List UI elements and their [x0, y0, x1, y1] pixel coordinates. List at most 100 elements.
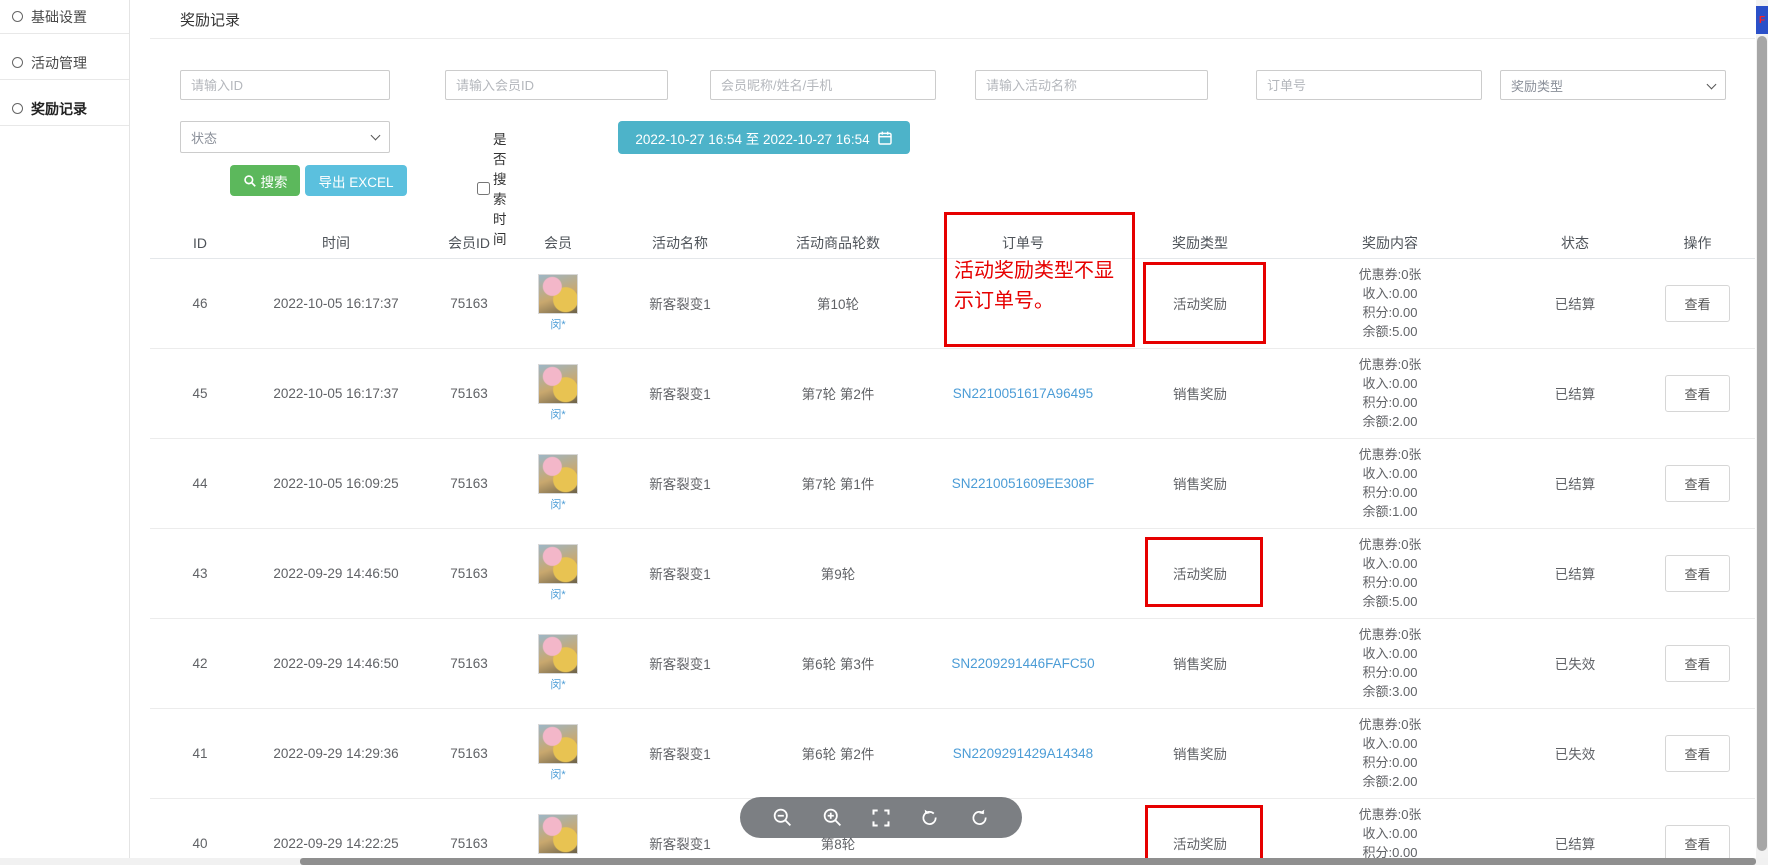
date-range-button[interactable]: 2022-10-27 16:54 至 2022-10-27 16:54 — [618, 121, 910, 154]
order-link[interactable]: SN2209291429A14348 — [953, 746, 1093, 761]
vertical-scrollbar[interactable] — [1756, 0, 1768, 865]
order-no-input[interactable] — [1256, 70, 1482, 100]
rotate-left-icon[interactable] — [919, 807, 940, 828]
chevron-down-icon — [1707, 80, 1717, 90]
member-name: 闵* — [516, 316, 600, 332]
action-bar: 搜索 导出 EXCEL — [230, 165, 407, 196]
cell-id: 46 — [150, 258, 250, 348]
cell-activity: 新客裂变1 — [600, 798, 760, 865]
member-name: 闵* — [516, 586, 600, 602]
header-reward-content: 奖励内容 — [1270, 228, 1510, 258]
header-order: 订单号 — [916, 228, 1130, 258]
records-table: ID 时间 会员ID 会员 活动名称 活动商品轮数 订单号 奖励类型 奖励内容 … — [150, 228, 1755, 865]
reward-line: 收入:0.00 — [1270, 734, 1510, 753]
horizontal-scrollbar[interactable] — [0, 858, 1768, 865]
sidebar-item-activity-management[interactable]: 活动管理 — [0, 46, 129, 80]
id-input[interactable] — [180, 70, 390, 100]
chevron-down-icon — [371, 131, 381, 141]
cell-status: 已结算 — [1510, 258, 1640, 348]
search-time-checkbox[interactable] — [477, 182, 490, 195]
member-avatar[interactable] — [538, 364, 578, 404]
cell-reward-content: 优惠券:0张 收入:0.00 积分:0.00 余额:1.00 — [1270, 438, 1510, 528]
reward-line: 积分:0.00 — [1270, 303, 1510, 322]
fullscreen-icon[interactable] — [871, 808, 891, 828]
table-row: 42 2022-09-29 14:46:50 75163 闵* 新客裂变1 第6… — [150, 618, 1755, 708]
zoom-out-icon[interactable] — [772, 807, 793, 828]
table-row: 45 2022-10-05 16:17:37 75163 闵* 新客裂变1 第7… — [150, 348, 1755, 438]
view-button[interactable]: 查看 — [1665, 465, 1729, 502]
radio-circle-icon — [12, 11, 23, 22]
sidebar-item-basic-settings[interactable]: 基础设置 — [0, 0, 129, 34]
cell-time: 2022-09-29 14:46:50 — [250, 618, 422, 708]
cell-reward-content: 优惠券:0张 收入:0.00 积分:0.00 余额:2.00 — [1270, 708, 1510, 798]
cell-member: 闵* — [516, 438, 600, 528]
cell-order — [916, 528, 1130, 618]
reward-line: 优惠券:0张 — [1270, 535, 1510, 554]
sidebar-item-reward-records[interactable]: 奖励记录 — [0, 92, 129, 126]
member-avatar[interactable] — [538, 634, 578, 674]
view-button[interactable]: 查看 — [1665, 555, 1729, 592]
cell-time: 2022-10-05 16:17:37 — [250, 258, 422, 348]
reward-line: 积分:0.00 — [1270, 753, 1510, 772]
horizontal-scrollbar-thumb[interactable] — [300, 858, 1756, 865]
member-name: 闵* — [516, 766, 600, 782]
calendar-icon — [877, 130, 893, 146]
cell-status: 已失效 — [1510, 618, 1640, 708]
radio-circle-icon — [12, 103, 23, 114]
member-avatar[interactable] — [538, 724, 578, 764]
cell-round: 第6轮 第2件 — [760, 708, 916, 798]
zoom-in-icon[interactable] — [822, 807, 843, 828]
member-name: 闵* — [516, 406, 600, 422]
activity-name-input[interactable] — [975, 70, 1208, 100]
cell-member-id: 75163 — [422, 708, 516, 798]
reward-line: 优惠券:0张 — [1270, 445, 1510, 464]
order-link[interactable]: SN2209291446FAFC50 — [951, 656, 1094, 671]
view-button[interactable]: 查看 — [1665, 735, 1729, 772]
reward-line: 优惠券:0张 — [1270, 805, 1510, 824]
search-button-label: 搜索 — [261, 171, 288, 191]
reward-line: 收入:0.00 — [1270, 554, 1510, 573]
view-button[interactable]: 查看 — [1665, 375, 1729, 412]
status-select-value: 状态 — [191, 128, 217, 147]
reward-line: 优惠券:0张 — [1270, 625, 1510, 644]
cell-member-id: 75163 — [422, 618, 516, 708]
member-avatar[interactable] — [538, 274, 578, 314]
member-name-input[interactable] — [710, 70, 936, 100]
reward-type-select[interactable]: 奖励类型 — [1500, 70, 1726, 100]
cell-id: 45 — [150, 348, 250, 438]
cell-member: 闵* — [516, 708, 600, 798]
reward-line: 余额:2.00 — [1270, 772, 1510, 791]
cell-action: 查看 — [1640, 528, 1755, 618]
sidebar-item-label: 奖励记录 — [31, 99, 87, 119]
member-avatar[interactable] — [538, 544, 578, 584]
order-link[interactable]: SN2210051609EE308F — [952, 476, 1095, 491]
cell-reward-type: 销售奖励 — [1130, 438, 1270, 528]
cell-status: 已结算 — [1510, 348, 1640, 438]
header-activity: 活动名称 — [600, 228, 760, 258]
cell-member-id: 75163 — [422, 798, 516, 865]
cell-round: 第6轮 第3件 — [760, 618, 916, 708]
cell-reward-type: 销售奖励 — [1130, 708, 1270, 798]
status-select[interactable]: 状态 — [180, 121, 390, 153]
export-excel-button[interactable]: 导出 EXCEL — [305, 165, 407, 196]
vertical-scrollbar-thumb[interactable] — [1757, 36, 1767, 851]
sidebar: 基础设置 活动管理 奖励记录 — [0, 0, 130, 865]
view-button[interactable]: 查看 — [1665, 285, 1729, 322]
member-avatar[interactable] — [538, 814, 578, 854]
search-button[interactable]: 搜索 — [230, 165, 300, 196]
order-link[interactable]: SN2210051617A96495 — [953, 386, 1093, 401]
cell-time: 2022-09-29 14:29:36 — [250, 708, 422, 798]
cell-status: 已结算 — [1510, 438, 1640, 528]
cell-time: 2022-10-05 16:17:37 — [250, 348, 422, 438]
view-button[interactable]: 查看 — [1665, 645, 1729, 682]
cell-id: 43 — [150, 528, 250, 618]
cell-id: 44 — [150, 438, 250, 528]
rotate-right-icon[interactable] — [969, 807, 990, 828]
member-id-input[interactable] — [445, 70, 668, 100]
cell-member-id: 75163 — [422, 348, 516, 438]
cell-reward-content: 优惠券:0张 收入:0.00 积分:0.00 余额:2.00 — [1270, 348, 1510, 438]
reward-line: 收入:0.00 — [1270, 644, 1510, 663]
view-button[interactable]: 查看 — [1665, 825, 1729, 862]
member-avatar[interactable] — [538, 454, 578, 494]
cell-activity: 新客裂变1 — [600, 618, 760, 708]
